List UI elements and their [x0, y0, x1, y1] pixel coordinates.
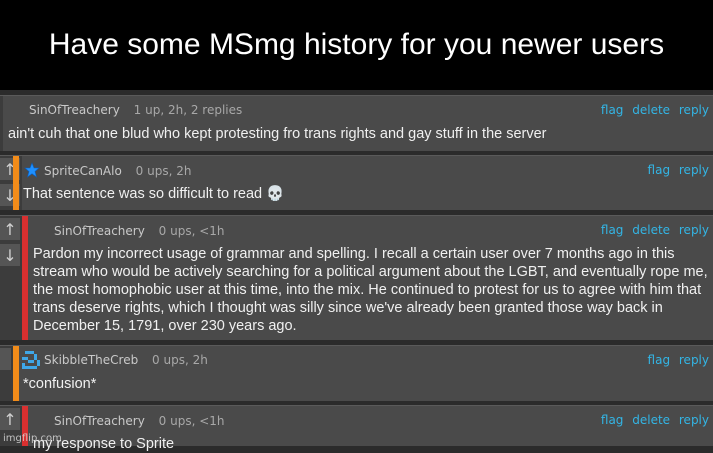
comment-meta: SinOfTreachery 0 ups, <1h — [54, 224, 225, 238]
comment-2: ↑ ↓ SpriteCanAlo 0 ups, 2h flag reply Th… — [0, 155, 713, 210]
vote-column — [0, 346, 13, 401]
comment-text: Pardon my incorrect usage of grammar and… — [33, 246, 708, 334]
comment-stats: 0 ups, <1h — [158, 224, 225, 238]
upvote-button[interactable]: ↑ — [0, 218, 20, 240]
username-link[interactable]: SpriteCanAlo — [44, 164, 122, 178]
comment-3: ↑ ↓ SinOfTreachery 0 ups, <1h flag delet… — [0, 215, 713, 340]
comment-meta: SkibbleTheCreb 0 ups, 2h — [44, 353, 208, 367]
upvote-button[interactable] — [0, 348, 11, 370]
reply-link[interactable]: reply — [679, 163, 709, 177]
comment-4: SkibbleTheCreb 0 ups, 2h flag reply *con… — [0, 345, 713, 401]
reply-link[interactable]: reply — [679, 103, 709, 117]
pixel-avatar-icon — [22, 351, 40, 369]
flag-link[interactable]: flag — [601, 103, 624, 117]
comment-text: ain't cuh that one blud who kept protest… — [8, 126, 547, 142]
comment-5: ↑ SinOfTreachery 0 ups, <1h flag delete … — [0, 405, 713, 452]
username-link[interactable]: SinOfTreachery — [54, 224, 145, 238]
comment-actions: flag delete reply — [596, 223, 709, 237]
downvote-button[interactable]: ↓ — [0, 244, 20, 266]
comment-stats: 0 ups, 2h — [135, 164, 192, 178]
flag-link[interactable]: flag — [601, 223, 624, 237]
vote-column — [0, 96, 3, 151]
delete-link[interactable]: delete — [632, 223, 670, 237]
thread-accent-bar — [22, 216, 28, 340]
comment-actions: flag reply — [643, 163, 709, 177]
upvote-button[interactable]: ↑ — [0, 408, 20, 430]
flag-link[interactable]: flag — [648, 163, 671, 177]
comment-actions: flag delete reply — [596, 103, 709, 117]
username-link[interactable]: SinOfTreachery — [29, 103, 120, 117]
reply-link[interactable]: reply — [679, 223, 709, 237]
comment-stats: 1 up, 2h, 2 replies — [133, 103, 243, 117]
comment-meta: SinOfTreachery 1 up, 2h, 2 replies — [29, 103, 242, 117]
reply-link[interactable]: reply — [679, 413, 709, 427]
comment-stats: 0 ups, <1h — [158, 414, 225, 428]
comment-actions: flag delete reply — [596, 413, 709, 427]
watermark: imgflip.com — [3, 433, 62, 444]
comment-text: *confusion* — [23, 376, 97, 392]
delete-link[interactable]: delete — [632, 103, 670, 117]
thread-accent-bar — [13, 156, 19, 210]
flag-link[interactable]: flag — [648, 353, 671, 367]
username-link[interactable]: SkibbleTheCreb — [44, 353, 138, 367]
comment-1: SinOfTreachery 1 up, 2h, 2 replies flag … — [0, 95, 713, 151]
comment-actions: flag reply — [643, 353, 709, 367]
comment-meta: SinOfTreachery 0 ups, <1h — [54, 414, 225, 428]
star-icon — [24, 162, 40, 178]
delete-link[interactable]: delete — [632, 413, 670, 427]
username-link[interactable]: SinOfTreachery — [54, 414, 145, 428]
meme-title: Have some MSmg history for you newer use… — [0, 0, 713, 90]
vote-column: ↑ ↓ — [0, 216, 22, 340]
thread-accent-bar — [13, 346, 19, 401]
comment-text: That sentence was so difficult to read 💀 — [23, 186, 285, 202]
flag-link[interactable]: flag — [601, 413, 624, 427]
comment-meta: SpriteCanAlo 0 ups, 2h — [44, 164, 191, 178]
comment-stats: 0 ups, 2h — [152, 353, 208, 367]
reply-link[interactable]: reply — [679, 353, 709, 367]
